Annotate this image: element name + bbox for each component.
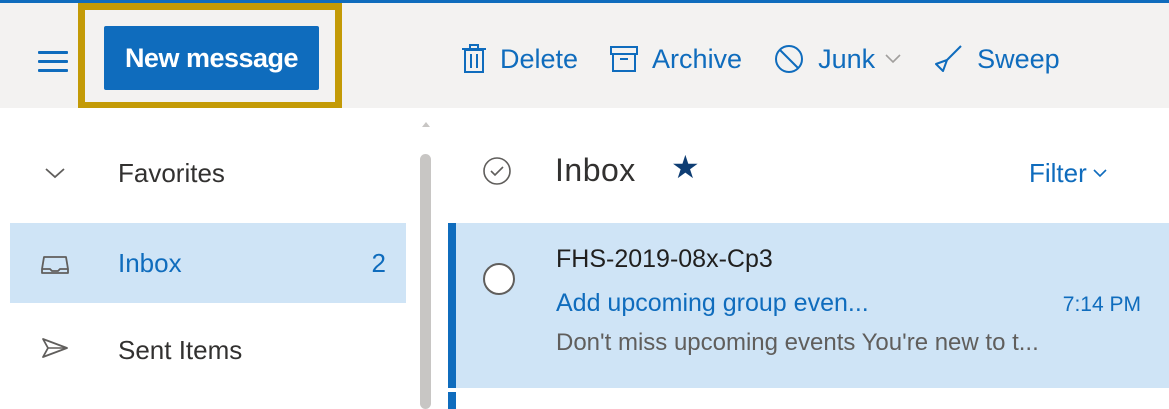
delete-label: Delete — [500, 43, 579, 74]
select-all-checkmark-icon[interactable] — [482, 156, 512, 186]
filter-label: Filter — [1029, 158, 1087, 188]
message-subject: Add upcoming group even... — [556, 289, 869, 317]
message-list-header: Inbox ★ Filter — [448, 108, 1169, 220]
unread-count-badge: 2 — [371, 247, 386, 278]
favorites-label: Favorites — [118, 157, 225, 188]
folder-pane: Favorites Inbox 2 Sent Items — [0, 108, 448, 409]
sidebar-item-inbox[interactable]: Inbox 2 — [10, 223, 406, 303]
message-preview: Don't miss upcoming events You're new to… — [556, 329, 1039, 356]
next-message-accent-bar — [448, 392, 456, 409]
favorites-toggle[interactable]: Favorites — [10, 133, 406, 213]
send-icon — [42, 338, 68, 358]
message-sender: FHS-2019-08x-Cp3 — [556, 245, 773, 273]
folder-title: Inbox — [555, 152, 636, 188]
sweep-button[interactable]: Sweep — [933, 44, 1060, 75]
junk-button[interactable]: Junk — [774, 44, 901, 75]
message-time: 7:14 PM — [1062, 293, 1141, 316]
junk-label: Junk — [818, 43, 876, 74]
broom-icon — [935, 45, 962, 72]
message-row[interactable]: FHS-2019-08x-Cp3 Add upcoming group even… — [448, 223, 1169, 388]
favorite-star-icon[interactable]: ★ — [671, 148, 700, 186]
new-message-button[interactable]: New message — [104, 26, 319, 90]
scroll-up-arrow-icon[interactable] — [422, 122, 430, 127]
message-select-radio[interactable] — [483, 263, 515, 295]
hamburger-menu-icon[interactable] — [38, 51, 68, 75]
archive-icon — [610, 46, 639, 72]
delete-button[interactable]: Delete — [462, 44, 578, 75]
chevron-down-icon — [885, 54, 901, 64]
trash-icon — [462, 44, 486, 73]
inbox-tray-icon — [41, 256, 69, 274]
sidebar-item-label: Inbox — [118, 247, 182, 278]
message-list: Inbox ★ Filter FHS-2019-08x-Cp3 Add upco… — [448, 108, 1169, 409]
block-icon — [775, 45, 804, 73]
archive-label: Archive — [652, 43, 743, 74]
selected-accent-bar — [448, 223, 456, 388]
filter-button[interactable]: Filter — [1029, 158, 1107, 189]
sidebar-item-label: Sent Items — [118, 334, 243, 365]
chevron-down-icon — [1093, 169, 1107, 178]
chevron-down-icon — [45, 168, 65, 179]
toolbar-actions: Delete Archive Junk Sweep — [462, 34, 1092, 84]
sweep-label: Sweep — [977, 43, 1060, 74]
archive-button[interactable]: Archive — [610, 44, 742, 75]
scrollbar-thumb[interactable] — [420, 154, 431, 409]
sidebar-item-sent-items[interactable]: Sent Items — [10, 308, 406, 392]
folder-pane-scrollbar[interactable] — [418, 108, 434, 409]
